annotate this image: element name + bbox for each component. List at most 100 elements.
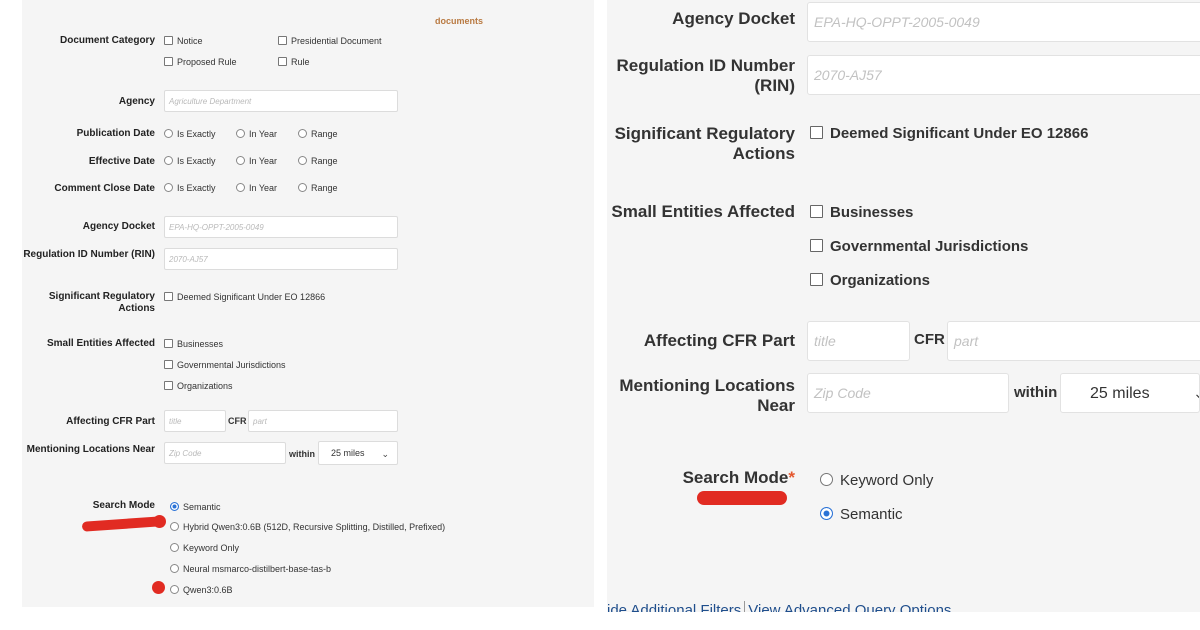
radio-circle[interactable] xyxy=(170,543,179,552)
governmental-jurisdictions-checkbox[interactable]: Governmental Jurisdictions xyxy=(164,359,286,371)
publication-date-is-exactly-radio[interactable]: Is Exactly xyxy=(164,128,216,140)
businesses-checkbox[interactable]: Businesses xyxy=(810,204,913,222)
radio-circle[interactable] xyxy=(298,156,307,165)
significant-regulatory-label: Significant Regulatory Actions xyxy=(48,291,155,314)
documents-link[interactable]: documents xyxy=(435,16,483,26)
annotation-underline xyxy=(81,516,163,532)
affecting-cfr-label: Affecting CFR Part xyxy=(643,331,795,350)
cfr-text: CFR xyxy=(228,416,247,426)
deemed-significant-checkbox[interactable]: Deemed Significant Under EO 12866 xyxy=(164,291,325,303)
effective-date-is-exactly-radio[interactable]: Is Exactly xyxy=(164,155,216,167)
agency-input[interactable]: Agriculture Department xyxy=(164,90,398,112)
category-notice-checkbox[interactable]: Notice xyxy=(164,35,203,47)
radio-circle[interactable] xyxy=(236,183,245,192)
small-entities-label: Small Entities Affected xyxy=(47,338,155,349)
checkbox-box[interactable] xyxy=(810,205,823,218)
small-entities-label: Small Entities Affected xyxy=(611,202,795,221)
search-mode-qwen-radio[interactable]: Qwen3:0.6B xyxy=(170,584,233,596)
significant-regulatory-label: Significant Regulatory Actions xyxy=(614,124,795,163)
annotation-dot xyxy=(153,515,166,528)
left-filter-panel: documents Document Category Notice Presi… xyxy=(22,0,594,607)
checkbox-box[interactable] xyxy=(810,126,823,139)
chevron-down-icon: ⌄ xyxy=(381,449,389,459)
zip-code-input[interactable]: Zip Code xyxy=(164,442,286,464)
radio-circle-selected[interactable] xyxy=(820,507,833,520)
radio-circle[interactable] xyxy=(164,129,173,138)
rin-label: Regulation ID Number (RIN) xyxy=(616,56,795,95)
radio-circle[interactable] xyxy=(170,522,179,531)
radio-circle[interactable] xyxy=(164,156,173,165)
effective-date-range-radio[interactable]: Range xyxy=(298,155,338,167)
category-presidential-checkbox[interactable]: Presidential Document xyxy=(278,35,382,47)
rin-input[interactable]: 2070-AJ57 xyxy=(807,55,1200,95)
cfr-part-input[interactable]: part xyxy=(248,410,398,432)
right-filter-panel-zoomed: Agency Docket EPA-HQ-OPPT-2005-0049 Regu… xyxy=(607,0,1200,612)
organizations-checkbox[interactable]: Organizations xyxy=(164,380,233,392)
within-text: within xyxy=(289,449,315,459)
radio-circle[interactable] xyxy=(170,564,179,573)
search-mode-semantic-radio[interactable]: Semantic xyxy=(170,501,221,513)
agency-docket-label: Agency Docket xyxy=(82,221,155,232)
cfr-title-input[interactable]: title xyxy=(164,410,226,432)
advanced-query-options-link[interactable]: View Advanced Query Options xyxy=(748,602,951,612)
radio-circle[interactable] xyxy=(820,473,833,486)
radio-circle[interactable] xyxy=(298,129,307,138)
affecting-cfr-label: Affecting CFR Part xyxy=(66,416,155,427)
radio-circle[interactable] xyxy=(236,129,245,138)
checkbox-box[interactable] xyxy=(810,239,823,252)
zip-code-input[interactable]: Zip Code xyxy=(807,373,1009,413)
publication-date-range-radio[interactable]: Range xyxy=(298,128,338,140)
checkbox-box[interactable] xyxy=(278,36,287,45)
radio-circle[interactable] xyxy=(298,183,307,192)
hide-additional-filters-link[interactable]: ide Additional Filters xyxy=(607,602,741,612)
radio-circle[interactable] xyxy=(164,183,173,192)
within-text: within xyxy=(1014,384,1058,401)
agency-docket-input[interactable]: EPA-HQ-OPPT-2005-0049 xyxy=(164,216,398,238)
agency-docket-label: Agency Docket xyxy=(672,9,795,28)
link-divider xyxy=(744,601,746,612)
checkbox-box[interactable] xyxy=(164,339,173,348)
publication-date-in-year-radio[interactable]: In Year xyxy=(236,128,277,140)
mentioning-locations-label: Mentioning Locations Near xyxy=(26,444,155,455)
checkbox-box[interactable] xyxy=(164,381,173,390)
agency-docket-input[interactable]: EPA-HQ-OPPT-2005-0049 xyxy=(807,2,1200,42)
search-mode-label: Search Mode* xyxy=(682,468,795,487)
search-mode-neural-radio[interactable]: Neural msmarco-distilbert-base-tas-b xyxy=(170,563,331,575)
governmental-jurisdictions-checkbox[interactable]: Governmental Jurisdictions xyxy=(810,238,1028,256)
search-mode-hybrid-radio[interactable]: Hybrid Qwen3:0.6B (512D, Recursive Split… xyxy=(170,521,445,533)
category-proposed-rule-checkbox[interactable]: Proposed Rule xyxy=(164,56,237,68)
checkbox-box[interactable] xyxy=(810,273,823,286)
search-mode-label: Search Mode xyxy=(92,500,155,511)
checkbox-box[interactable] xyxy=(164,36,173,45)
effective-date-in-year-radio[interactable]: In Year xyxy=(236,155,277,167)
chevron-down-icon: ⌄ xyxy=(1193,385,1199,402)
rin-label: Regulation ID Number (RIN) xyxy=(23,249,155,260)
comment-close-is-exactly-radio[interactable]: Is Exactly xyxy=(164,182,216,194)
radio-circle[interactable] xyxy=(170,585,179,594)
search-mode-keyword-radio[interactable]: Keyword Only xyxy=(820,472,933,490)
comment-close-range-radio[interactable]: Range xyxy=(298,182,338,194)
agency-label: Agency xyxy=(118,96,155,107)
radio-circle[interactable] xyxy=(236,156,245,165)
rin-input[interactable]: 2070-AJ57 xyxy=(164,248,398,270)
cfr-text: CFR xyxy=(914,331,945,348)
radio-circle-selected[interactable] xyxy=(170,502,179,511)
deemed-significant-checkbox[interactable]: Deemed Significant Under EO 12866 xyxy=(810,125,1088,143)
checkbox-box[interactable] xyxy=(164,360,173,369)
checkbox-box[interactable] xyxy=(164,292,173,301)
businesses-checkbox[interactable]: Businesses xyxy=(164,338,223,350)
cfr-part-input[interactable]: part xyxy=(947,321,1200,361)
cfr-title-input[interactable]: title xyxy=(807,321,910,361)
search-mode-keyword-radio[interactable]: Keyword Only xyxy=(170,542,239,554)
organizations-checkbox[interactable]: Organizations xyxy=(810,272,930,290)
comment-close-in-year-radio[interactable]: In Year xyxy=(236,182,277,194)
checkbox-box[interactable] xyxy=(278,57,287,66)
checkbox-box[interactable] xyxy=(164,57,173,66)
search-mode-semantic-radio[interactable]: Semantic xyxy=(820,506,903,524)
required-asterisk: * xyxy=(788,468,795,487)
mentioning-locations-label: Mentioning Locations Near xyxy=(619,376,795,415)
distance-select[interactable]: 25 miles⌄ xyxy=(318,441,398,465)
distance-select[interactable]: 25 miles⌄ xyxy=(1060,373,1200,413)
annotation-dot xyxy=(152,581,165,594)
category-rule-checkbox[interactable]: Rule xyxy=(278,56,310,68)
